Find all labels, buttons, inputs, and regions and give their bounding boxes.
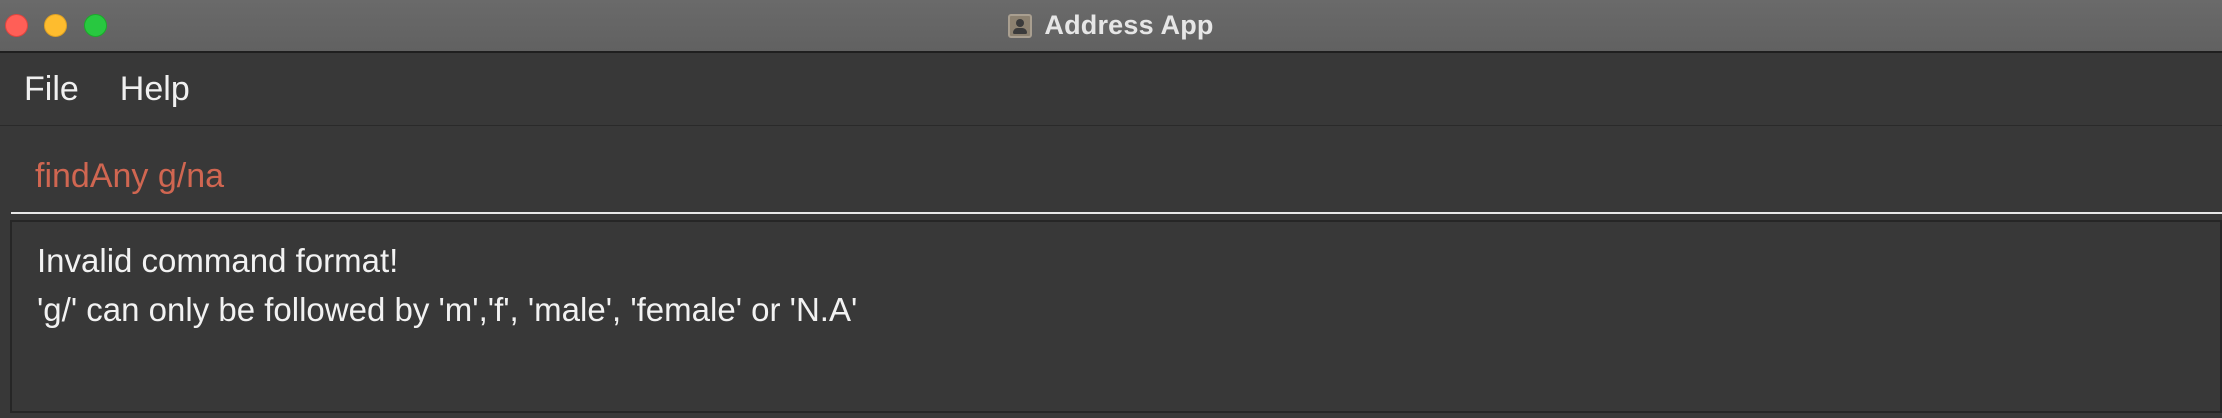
window-title: Address App xyxy=(1044,10,1214,40)
menu-file[interactable]: File xyxy=(0,53,100,126)
menu-bar: File Help xyxy=(0,53,2222,126)
menu-help[interactable]: Help xyxy=(100,53,211,126)
result-message-line: 'g/' can only be followed by 'm','f', 'm… xyxy=(37,291,858,328)
result-message-line: Invalid command format! xyxy=(37,242,399,279)
window-title-group: Address App xyxy=(0,0,2222,51)
command-box[interactable] xyxy=(11,140,2222,214)
command-input[interactable] xyxy=(11,140,2222,212)
title-bar[interactable]: Address App xyxy=(0,0,2222,53)
contact-card-icon xyxy=(1008,13,1033,38)
result-display: Invalid command format! 'g/' can only be… xyxy=(10,220,2222,413)
app-window: Address App File Help Invalid command fo… xyxy=(0,0,2222,418)
